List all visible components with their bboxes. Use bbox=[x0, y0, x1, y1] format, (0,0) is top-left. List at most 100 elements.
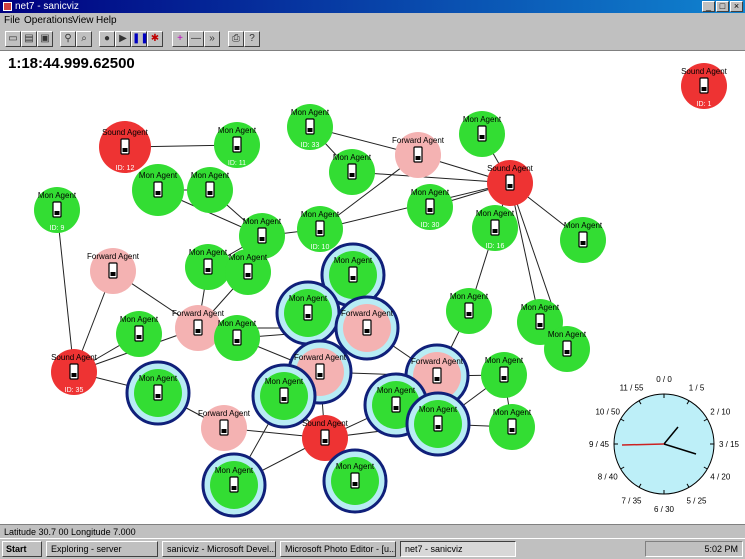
system-tray: 5:02 PM bbox=[645, 541, 743, 557]
agent-label: Mon Agent bbox=[301, 210, 340, 219]
agent-node[interactable]: Mon Agent ID: 33 bbox=[287, 104, 333, 150]
agent-node[interactable]: Mon Agent ID: 16 bbox=[472, 205, 518, 251]
agent-node[interactable]: Mon Agent bbox=[481, 352, 527, 398]
phone-keypad-icon bbox=[701, 87, 707, 91]
phone-keypad-icon bbox=[537, 323, 543, 327]
menu-view[interactable]: View bbox=[72, 13, 94, 28]
agent-node[interactable]: Mon Agent ID: 10 bbox=[297, 206, 343, 252]
agent-label: Mon Agent bbox=[333, 153, 372, 162]
help-icon[interactable]: ? bbox=[244, 31, 260, 47]
phone-keypad-icon bbox=[501, 376, 507, 380]
phone-keypad-icon bbox=[234, 146, 240, 150]
phone-keypad-icon bbox=[507, 184, 513, 188]
phone-keypad-icon bbox=[234, 339, 240, 343]
clock-label: 0 / 0 bbox=[656, 375, 672, 384]
remove-icon[interactable]: — bbox=[188, 31, 204, 47]
add-icon[interactable]: + bbox=[172, 31, 188, 47]
agent-label: Forward Agent bbox=[198, 409, 251, 418]
agent-node[interactable]: Mon Agent bbox=[322, 448, 388, 514]
agent-label: Mon Agent bbox=[450, 292, 489, 301]
task-label: net7 - sanicviz bbox=[405, 544, 463, 554]
menu-help[interactable]: Help bbox=[96, 13, 117, 28]
phone-keypad-icon bbox=[259, 237, 265, 241]
agent-label: Mon Agent bbox=[191, 171, 230, 180]
agent-label: Mon Agent bbox=[265, 377, 304, 386]
phone-keypad-icon bbox=[479, 135, 485, 139]
close-button[interactable]: × bbox=[730, 1, 743, 12]
agent-label: Mon Agent bbox=[229, 253, 268, 262]
agent-node[interactable]: Mon Agent bbox=[446, 288, 492, 334]
debug-icon[interactable]: ✱ bbox=[147, 31, 163, 47]
agent-node[interactable]: Mon Agent bbox=[185, 244, 231, 290]
agent-id: ID: 12 bbox=[116, 165, 135, 172]
open-icon[interactable]: ▤ bbox=[21, 31, 37, 47]
clock-label: 8 / 40 bbox=[598, 473, 619, 482]
agent-node[interactable]: Sound Agent ID: 35 bbox=[51, 349, 98, 395]
phone-keypad-icon bbox=[427, 208, 433, 212]
agent-label: Mon Agent bbox=[215, 466, 254, 475]
task-photo-editor[interactable]: Microsoft Photo Editor - [u... bbox=[280, 541, 396, 557]
minimize-button[interactable]: _ bbox=[702, 1, 715, 12]
phone-keypad-icon bbox=[509, 428, 515, 432]
agent-label: Mon Agent bbox=[289, 294, 328, 303]
status-text: Latitude 30.7 00 Longitude 7.000 bbox=[4, 527, 136, 537]
agent-label: Mon Agent bbox=[419, 405, 458, 414]
menu-operations[interactable]: Operations bbox=[24, 13, 73, 28]
agent-node[interactable]: Sound Agent ID: 12 bbox=[99, 121, 151, 173]
agent-node[interactable]: Mon Agent bbox=[125, 360, 191, 426]
task-devstudio[interactable]: sanicviz - Microsoft Devel... bbox=[162, 541, 276, 557]
agent-node[interactable]: Mon Agent bbox=[544, 326, 590, 372]
phone-keypad-icon bbox=[435, 425, 441, 429]
agent-id: ID: 30 bbox=[421, 222, 440, 229]
task-net7[interactable]: net7 - sanicviz bbox=[400, 541, 516, 557]
find-icon[interactable]: ⚲ bbox=[60, 31, 76, 47]
menu-file[interactable]: File bbox=[4, 13, 20, 28]
task-exploring[interactable]: Exploring - server bbox=[46, 541, 158, 557]
agent-label: Mon Agent bbox=[218, 126, 257, 135]
agent-node[interactable]: Mon Agent ID: 11 bbox=[214, 122, 260, 168]
agent-node[interactable]: Forward Agent bbox=[334, 295, 400, 361]
phone-keypad-icon bbox=[231, 486, 237, 490]
stop-icon[interactable]: ● bbox=[99, 31, 115, 47]
start-button[interactable]: Start bbox=[2, 541, 42, 557]
agent-node[interactable]: Mon Agent bbox=[187, 167, 233, 213]
agent-label: Forward Agent bbox=[294, 353, 347, 362]
save-icon[interactable]: ▣ bbox=[37, 31, 53, 47]
agent-node[interactable]: Mon Agent bbox=[116, 311, 162, 357]
agent-node[interactable]: Mon Agent ID: 30 bbox=[407, 184, 453, 230]
print-icon[interactable]: ⎙ bbox=[228, 31, 244, 47]
agent-node[interactable]: Mon Agent bbox=[459, 111, 505, 157]
agent-label: Mon Agent bbox=[243, 217, 282, 226]
forward-icon[interactable]: » bbox=[204, 31, 220, 47]
taskbar: Start Exploring - server sanicviz - Micr… bbox=[0, 538, 745, 559]
agent-node[interactable]: Forward Agent bbox=[87, 248, 140, 294]
zoom-icon[interactable]: ⌕ bbox=[76, 31, 92, 47]
pause-icon[interactable]: ❚❚ bbox=[131, 31, 149, 47]
agent-node[interactable]: Mon Agent bbox=[132, 164, 184, 216]
agent-node[interactable]: Mon Agent bbox=[560, 217, 606, 263]
agent-node[interactable]: Mon Agent bbox=[201, 452, 267, 518]
agent-label: Mon Agent bbox=[548, 330, 587, 339]
play-icon[interactable]: ▶ bbox=[115, 31, 131, 47]
agent-node[interactable]: Mon Agent bbox=[489, 404, 535, 450]
network-canvas[interactable]: 1:18:44.999.62500 Sound Agent ID: 1 Sound … bbox=[0, 51, 745, 524]
agent-id: ID: 35 bbox=[65, 387, 84, 394]
phone-keypad-icon bbox=[352, 482, 358, 486]
maximize-button[interactable]: □ bbox=[716, 1, 729, 12]
agent-node[interactable]: Mon Agent bbox=[405, 391, 471, 457]
app-icon bbox=[3, 2, 12, 11]
agent-node[interactable]: Mon Agent bbox=[275, 280, 341, 346]
agent-label: Mon Agent bbox=[38, 191, 77, 200]
agent-node[interactable]: Mon Agent bbox=[329, 149, 375, 195]
agent-node[interactable]: Mon Agent bbox=[251, 363, 317, 429]
agent-node[interactable]: Mon Agent ID: 9 bbox=[34, 187, 80, 233]
agent-node[interactable]: Sound Agent bbox=[487, 160, 534, 206]
agent-node[interactable]: Forward Agent bbox=[198, 405, 251, 451]
agent-node[interactable]: Sound Agent ID: 1 bbox=[681, 63, 728, 109]
agent-node[interactable]: Mon Agent bbox=[225, 249, 271, 295]
agent-node[interactable]: Mon Agent bbox=[214, 315, 260, 361]
agent-node[interactable]: Forward Agent bbox=[392, 132, 445, 178]
agent-id: ID: 33 bbox=[301, 142, 320, 149]
new-icon[interactable]: ▭ bbox=[5, 31, 21, 47]
task-label: Microsoft Photo Editor - [u... bbox=[285, 544, 396, 554]
